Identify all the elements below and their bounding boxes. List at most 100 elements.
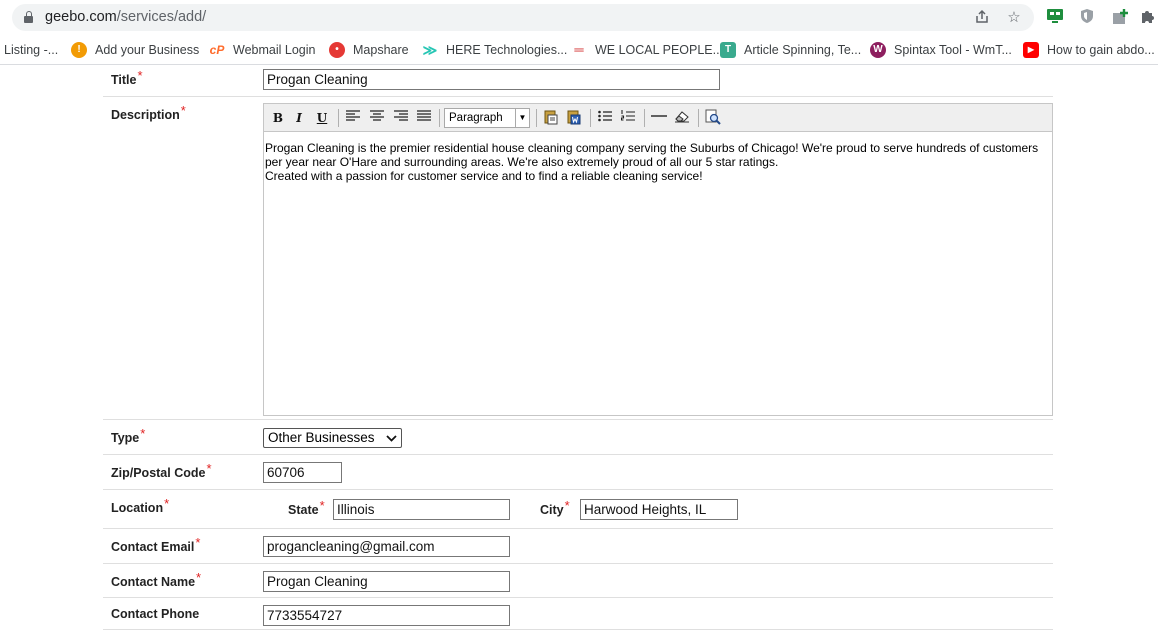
bookmark-label: Mapshare bbox=[353, 43, 409, 57]
eraser-icon[interactable] bbox=[673, 109, 691, 127]
type-select[interactable]: Other Businesses bbox=[263, 428, 402, 448]
required-mark: * bbox=[137, 68, 143, 83]
welocal-icon: ═ bbox=[574, 42, 584, 57]
preview-icon[interactable] bbox=[704, 109, 722, 127]
paste-text-icon[interactable] bbox=[542, 109, 560, 127]
bookmark-label: Listing -... bbox=[4, 43, 59, 57]
bookmark-here-technologies[interactable]: ≫ HERE Technologies... bbox=[422, 41, 568, 59]
contact-email-label: Contact Email* bbox=[111, 535, 201, 554]
title-input[interactable]: Progan Cleaning bbox=[263, 69, 720, 90]
title-label: Title* bbox=[111, 68, 143, 87]
numbered-list-icon[interactable] bbox=[619, 109, 637, 127]
city-label: City* bbox=[540, 498, 570, 517]
puzzle-icon[interactable] bbox=[1138, 8, 1158, 28]
bold-icon[interactable]: B bbox=[269, 109, 287, 127]
bullet-list-icon[interactable] bbox=[596, 109, 614, 127]
align-right-icon[interactable] bbox=[392, 109, 410, 127]
state-input[interactable]: Illinois bbox=[333, 499, 510, 520]
title-row: Title* Progan Cleaning bbox=[103, 66, 1053, 97]
youtube-icon: ▶ bbox=[1023, 42, 1039, 58]
contact-phone-row: Contact Phone 7733554727 bbox=[103, 598, 1053, 630]
required-mark: * bbox=[206, 461, 212, 476]
contact-name-label: Contact Name* bbox=[111, 570, 202, 589]
bookmark-label: HERE Technologies... bbox=[446, 43, 568, 57]
contact-email-input[interactable]: progancleaning@gmail.com bbox=[263, 536, 510, 557]
url-text[interactable]: geebo.com/services/add/ bbox=[45, 9, 206, 25]
state-label: State* bbox=[288, 498, 325, 517]
location-label: Location* bbox=[111, 496, 170, 515]
underline-icon[interactable]: U bbox=[313, 109, 331, 127]
bookmark-mapshare[interactable]: • Mapshare bbox=[329, 41, 409, 59]
align-justify-icon[interactable] bbox=[415, 109, 433, 127]
align-center-icon[interactable] bbox=[368, 109, 386, 127]
page-content: Title* Progan Cleaning Description* B I … bbox=[0, 66, 1158, 630]
google-business-icon: ! bbox=[71, 42, 87, 58]
bookmark-label: Add your Business bbox=[95, 43, 200, 57]
browser-toolbar: geebo.com/services/add/ ☆ bbox=[0, 0, 1158, 35]
bookmark-we-local-people[interactable]: ═ WE LOCAL PEOPLE... bbox=[571, 41, 723, 59]
description-line: per year near O'Hare and surrounding are… bbox=[265, 155, 779, 169]
bookmark-label: WE LOCAL PEOPLE... bbox=[595, 43, 724, 57]
cpanel-icon: cP bbox=[209, 43, 225, 57]
address-bar[interactable]: geebo.com/services/add/ ☆ bbox=[12, 4, 1034, 31]
contact-email-row: Contact Email* progancleaning@gmail.com bbox=[103, 529, 1053, 564]
description-line: Created with a passion for customer serv… bbox=[265, 169, 703, 183]
italic-icon[interactable]: I bbox=[290, 109, 308, 127]
shield-extension-icon[interactable] bbox=[1077, 8, 1097, 28]
required-mark: * bbox=[164, 496, 170, 511]
description-label: Description* bbox=[111, 103, 186, 122]
horizontal-rule-icon[interactable] bbox=[650, 109, 668, 127]
required-mark: * bbox=[195, 535, 201, 550]
contact-name-input[interactable]: Progan Cleaning bbox=[263, 571, 510, 592]
type-label: Type* bbox=[111, 426, 146, 445]
article-icon: T bbox=[720, 42, 736, 58]
bookmark-webmail-login[interactable]: cP Webmail Login bbox=[209, 41, 316, 59]
required-mark: * bbox=[140, 426, 146, 441]
bookmark-label: Spintax Tool - WmT... bbox=[894, 43, 1012, 57]
bookmark-label: Article Spinning, Te... bbox=[744, 43, 862, 57]
format-select[interactable]: Paragraph ▼ bbox=[444, 108, 530, 128]
required-mark: * bbox=[196, 570, 202, 585]
chevron-down-icon bbox=[386, 429, 397, 454]
bookmark-article-spinning[interactable]: T Article Spinning, Te... bbox=[720, 41, 861, 59]
add-extension-icon[interactable] bbox=[1110, 8, 1130, 28]
mapshare-icon: • bbox=[329, 42, 345, 58]
star-icon[interactable]: ☆ bbox=[1005, 9, 1023, 27]
contact-phone-label: Contact Phone bbox=[111, 607, 200, 621]
contact-phone-input[interactable]: 7733554727 bbox=[263, 605, 510, 626]
here-icon: ≫ bbox=[422, 42, 438, 58]
spintax-icon: W bbox=[870, 42, 886, 58]
type-row: Type* Other Businesses bbox=[103, 420, 1053, 455]
align-left-icon[interactable] bbox=[344, 109, 362, 127]
description-editor: B I U Paragraph ▼ Progan Cleaning is the… bbox=[263, 103, 1053, 416]
lock-icon[interactable] bbox=[24, 11, 33, 23]
location-row: Location* State* Illinois City* Harwood … bbox=[103, 490, 1053, 529]
required-mark: * bbox=[319, 498, 325, 513]
chevron-down-icon: ▼ bbox=[515, 109, 529, 127]
bookmarks-bar: Listing -... ! Add your Business cP Webmai… bbox=[0, 35, 1158, 65]
share-icon[interactable] bbox=[973, 9, 991, 27]
contact-name-row: Contact Name* Progan Cleaning bbox=[103, 564, 1053, 598]
editor-toolbar: B I U Paragraph ▼ bbox=[264, 104, 1052, 132]
url-domain: geebo.com bbox=[45, 9, 117, 25]
type-select-value: Other Businesses bbox=[268, 430, 375, 445]
editor-content[interactable]: Progan Cleaning is the premier residenti… bbox=[265, 141, 1049, 183]
required-mark: * bbox=[180, 103, 186, 118]
bookmark-label: How to gain abdo... bbox=[1047, 43, 1155, 57]
bookmark-add-your-business[interactable]: ! Add your Business bbox=[71, 41, 199, 59]
bookmark-listing[interactable]: Listing -... bbox=[4, 41, 58, 59]
required-mark: * bbox=[564, 498, 570, 513]
zip-input[interactable]: 60706 bbox=[263, 462, 342, 483]
description-row: Description* B I U Paragraph ▼ Progan Cl… bbox=[103, 97, 1053, 420]
format-select-value: Paragraph bbox=[449, 112, 503, 124]
city-input[interactable]: Harwood Heights, IL bbox=[580, 499, 738, 520]
bookmark-spintax-tool[interactable]: W Spintax Tool - WmT... bbox=[870, 41, 1012, 59]
bookmark-how-to-gain[interactable]: ▶ How to gain abdo... bbox=[1023, 41, 1155, 59]
zip-label: Zip/Postal Code* bbox=[111, 461, 212, 480]
bookmark-label: Webmail Login bbox=[233, 43, 316, 57]
paste-word-icon[interactable] bbox=[565, 109, 583, 127]
zip-row: Zip/Postal Code* 60706 bbox=[103, 455, 1053, 490]
description-line: Progan Cleaning is the premier residenti… bbox=[265, 141, 1039, 155]
extension-monitor-icon[interactable] bbox=[1045, 8, 1065, 28]
url-path: /services/add/ bbox=[116, 9, 207, 25]
